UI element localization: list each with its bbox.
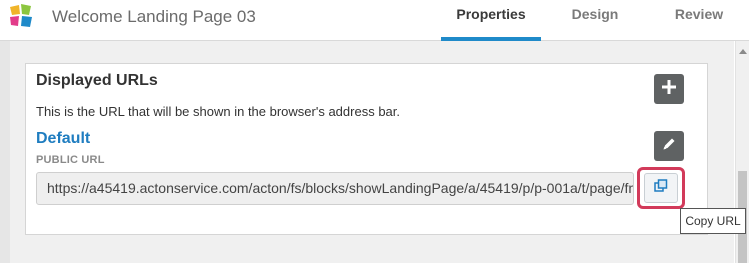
add-url-button[interactable] [654,74,684,104]
public-url-label: PUBLIC URL [36,154,105,166]
tab-review[interactable]: Review [664,6,734,41]
pencil-icon [662,137,676,156]
page-title: Welcome Landing Page 03 [52,7,256,26]
tab-design[interactable]: Design [560,6,630,41]
left-panel-edge [0,41,10,263]
edit-url-button[interactable] [654,131,684,161]
displayed-urls-card: Displayed URLs This is the URL that will… [25,63,708,235]
app-logo-icon [8,3,34,31]
section-title: Displayed URLs [36,72,158,89]
tab-properties[interactable]: Properties [441,6,541,41]
section-description: This is the URL that will be shown in th… [36,104,400,119]
copy-url-tooltip: Copy URL [680,208,746,234]
top-bar: Welcome Landing Page 03 Properties Desig… [0,0,749,41]
copy-icon [654,178,668,198]
copy-url-button[interactable] [644,173,678,203]
public-url-field[interactable]: https://a45419.actonservice.com/acton/fs… [36,172,634,205]
plus-icon [662,79,676,99]
scroll-up-icon[interactable] [739,49,747,54]
default-url-heading: Default [36,130,91,147]
